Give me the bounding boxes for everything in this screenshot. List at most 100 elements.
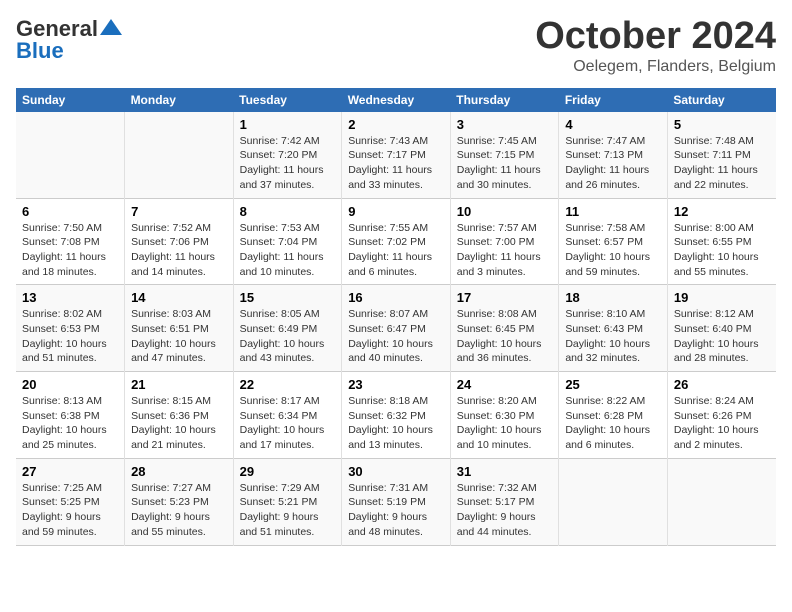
calendar-cell: 17Sunrise: 8:08 AMSunset: 6:45 PMDayligh… [450,285,559,372]
day-number: 14 [131,290,227,305]
calendar-cell: 13 Sunrise: 8:02 AMSunset: 6:53 PMDayligh… [16,285,125,372]
day-info: Sunrise: 8:22 AMSunset: 6:28 PMDaylight:… [565,394,661,453]
calendar-cell: 19 Sunrise: 8:12 AMSunset: 6:40 PMDayligh… [667,285,776,372]
calendar-cell: 26 Sunrise: 8:24 AMSunset: 6:26 PMDayligh… [667,372,776,459]
day-number: 9 [348,204,444,219]
calendar-cell: 20 Sunrise: 8:13 AMSunset: 6:38 PMDayligh… [16,372,125,459]
col-friday: Friday [559,88,668,112]
day-number: 10 [457,204,553,219]
header-row: Sunday Monday Tuesday Wednesday Thursday… [16,88,776,112]
calendar-cell: 23 Sunrise: 8:18 AMSunset: 6:32 PMDayligh… [342,372,451,459]
col-saturday: Saturday [667,88,776,112]
day-number: 23 [348,377,444,392]
col-sunday: Sunday [16,88,125,112]
day-number: 16 [348,290,444,305]
day-number: 20 [22,377,118,392]
day-number: 7 [131,204,227,219]
calendar-cell: 18Sunrise: 8:10 AMSunset: 6:43 PMDayligh… [559,285,668,372]
calendar-cell: 2 Sunrise: 7:43 AMSunset: 7:17 PMDaylight… [342,112,451,198]
day-info: Sunrise: 8:24 AMSunset: 6:26 PMDaylight:… [674,394,770,453]
day-number: 31 [457,464,553,479]
day-number: 26 [674,377,770,392]
col-thursday: Thursday [450,88,559,112]
calendar-cell: 28Sunrise: 7:27 AMSunset: 5:23 PMDayligh… [125,458,234,545]
calendar-cell: 21 Sunrise: 8:15 AMSunset: 6:36 PMDayligh… [125,372,234,459]
day-info: Sunrise: 7:29 AMSunset: 5:21 PMDaylight:… [240,481,336,540]
day-info: Sunrise: 8:10 AMSunset: 6:43 PMDaylight:… [565,307,661,366]
day-info: Sunrise: 7:55 AMSunset: 7:02 PMDaylight:… [348,221,444,280]
day-info: Sunrise: 8:20 AMSunset: 6:30 PMDaylight:… [457,394,553,453]
day-info: Sunrise: 7:32 AMSunset: 5:17 PMDaylight:… [457,481,553,540]
calendar-cell [16,112,125,198]
calendar-week-5: 27Sunrise: 7:25 AMSunset: 5:25 PMDayligh… [16,458,776,545]
calendar-cell: 14 Sunrise: 8:03 AMSunset: 6:51 PMDayligh… [125,285,234,372]
day-number: 6 [22,204,118,219]
page-header: General Blue October 2024 Oelegem, Fland… [16,16,776,76]
day-number: 1 [240,117,336,132]
calendar-cell [667,458,776,545]
day-number: 11 [565,204,661,219]
day-info: Sunrise: 7:43 AMSunset: 7:17 PMDaylight:… [348,134,444,193]
calendar-cell: 29 Sunrise: 7:29 AMSunset: 5:21 PMDayligh… [233,458,342,545]
calendar-cell [125,112,234,198]
day-number: 28 [131,464,227,479]
calendar-cell: 7 Sunrise: 7:52 AMSunset: 7:06 PMDaylight… [125,198,234,285]
day-info: Sunrise: 7:42 AMSunset: 7:20 PMDaylight:… [240,134,336,193]
day-info: Sunrise: 7:52 AMSunset: 7:06 PMDaylight:… [131,221,227,280]
col-wednesday: Wednesday [342,88,451,112]
day-info: Sunrise: 7:31 AMSunset: 5:19 PMDaylight:… [348,481,444,540]
day-info: Sunrise: 7:58 AMSunset: 6:57 PMDaylight:… [565,221,661,280]
col-tuesday: Tuesday [233,88,342,112]
day-info: Sunrise: 8:07 AMSunset: 6:47 PMDaylight:… [348,307,444,366]
logo: General Blue [16,16,122,64]
day-info: Sunrise: 8:02 AMSunset: 6:53 PMDaylight:… [22,307,118,366]
calendar-cell: 15 Sunrise: 8:05 AMSunset: 6:49 PMDayligh… [233,285,342,372]
day-info: Sunrise: 8:17 AMSunset: 6:34 PMDaylight:… [240,394,336,453]
location: Oelegem, Flanders, Belgium [535,58,776,76]
calendar-header: Sunday Monday Tuesday Wednesday Thursday… [16,88,776,112]
calendar-cell: 31 Sunrise: 7:32 AMSunset: 5:17 PMDayligh… [450,458,559,545]
calendar-cell: 24 Sunrise: 8:20 AMSunset: 6:30 PMDayligh… [450,372,559,459]
day-info: Sunrise: 8:15 AMSunset: 6:36 PMDaylight:… [131,394,227,453]
day-info: Sunrise: 8:13 AMSunset: 6:38 PMDaylight:… [22,394,118,453]
day-number: 30 [348,464,444,479]
calendar-cell: 1 Sunrise: 7:42 AMSunset: 7:20 PMDaylight… [233,112,342,198]
calendar-cell: 27Sunrise: 7:25 AMSunset: 5:25 PMDayligh… [16,458,125,545]
calendar-cell: 4Sunrise: 7:47 AMSunset: 7:13 PMDaylight… [559,112,668,198]
day-number: 13 [22,290,118,305]
calendar-body: 1 Sunrise: 7:42 AMSunset: 7:20 PMDaylight… [16,112,776,545]
day-number: 25 [565,377,661,392]
calendar-cell: 3Sunrise: 7:45 AMSunset: 7:15 PMDaylight… [450,112,559,198]
calendar-cell: 11 Sunrise: 7:58 AMSunset: 6:57 PMDayligh… [559,198,668,285]
day-info: Sunrise: 8:12 AMSunset: 6:40 PMDaylight:… [674,307,770,366]
calendar-table: Sunday Monday Tuesday Wednesday Thursday… [16,88,776,546]
calendar-week-4: 20 Sunrise: 8:13 AMSunset: 6:38 PMDayligh… [16,372,776,459]
day-number: 19 [674,290,770,305]
day-info: Sunrise: 7:45 AMSunset: 7:15 PMDaylight:… [457,134,553,193]
day-number: 15 [240,290,336,305]
calendar-cell: 5Sunrise: 7:48 AMSunset: 7:11 PMDaylight… [667,112,776,198]
day-number: 29 [240,464,336,479]
day-number: 21 [131,377,227,392]
day-info: Sunrise: 7:47 AMSunset: 7:13 PMDaylight:… [565,134,661,193]
day-number: 2 [348,117,444,132]
calendar-week-3: 13 Sunrise: 8:02 AMSunset: 6:53 PMDayligh… [16,285,776,372]
day-info: Sunrise: 7:50 AMSunset: 7:08 PMDaylight:… [22,221,118,280]
day-number: 24 [457,377,553,392]
calendar-cell: 12Sunrise: 8:00 AMSunset: 6:55 PMDayligh… [667,198,776,285]
day-number: 12 [674,204,770,219]
calendar-week-1: 1 Sunrise: 7:42 AMSunset: 7:20 PMDaylight… [16,112,776,198]
day-info: Sunrise: 7:53 AMSunset: 7:04 PMDaylight:… [240,221,336,280]
calendar-cell: 22Sunrise: 8:17 AMSunset: 6:34 PMDayligh… [233,372,342,459]
col-monday: Monday [125,88,234,112]
logo-blue: Blue [16,38,64,64]
day-info: Sunrise: 8:18 AMSunset: 6:32 PMDaylight:… [348,394,444,453]
day-info: Sunrise: 8:03 AMSunset: 6:51 PMDaylight:… [131,307,227,366]
calendar-cell [559,458,668,545]
calendar-cell: 6 Sunrise: 7:50 AMSunset: 7:08 PMDaylight… [16,198,125,285]
day-info: Sunrise: 8:05 AMSunset: 6:49 PMDaylight:… [240,307,336,366]
month-title: October 2024 [535,16,776,58]
calendar-cell: 30 Sunrise: 7:31 AMSunset: 5:19 PMDayligh… [342,458,451,545]
day-info: Sunrise: 7:25 AMSunset: 5:25 PMDaylight:… [22,481,118,540]
calendar-cell: 10Sunrise: 7:57 AMSunset: 7:00 PMDayligh… [450,198,559,285]
